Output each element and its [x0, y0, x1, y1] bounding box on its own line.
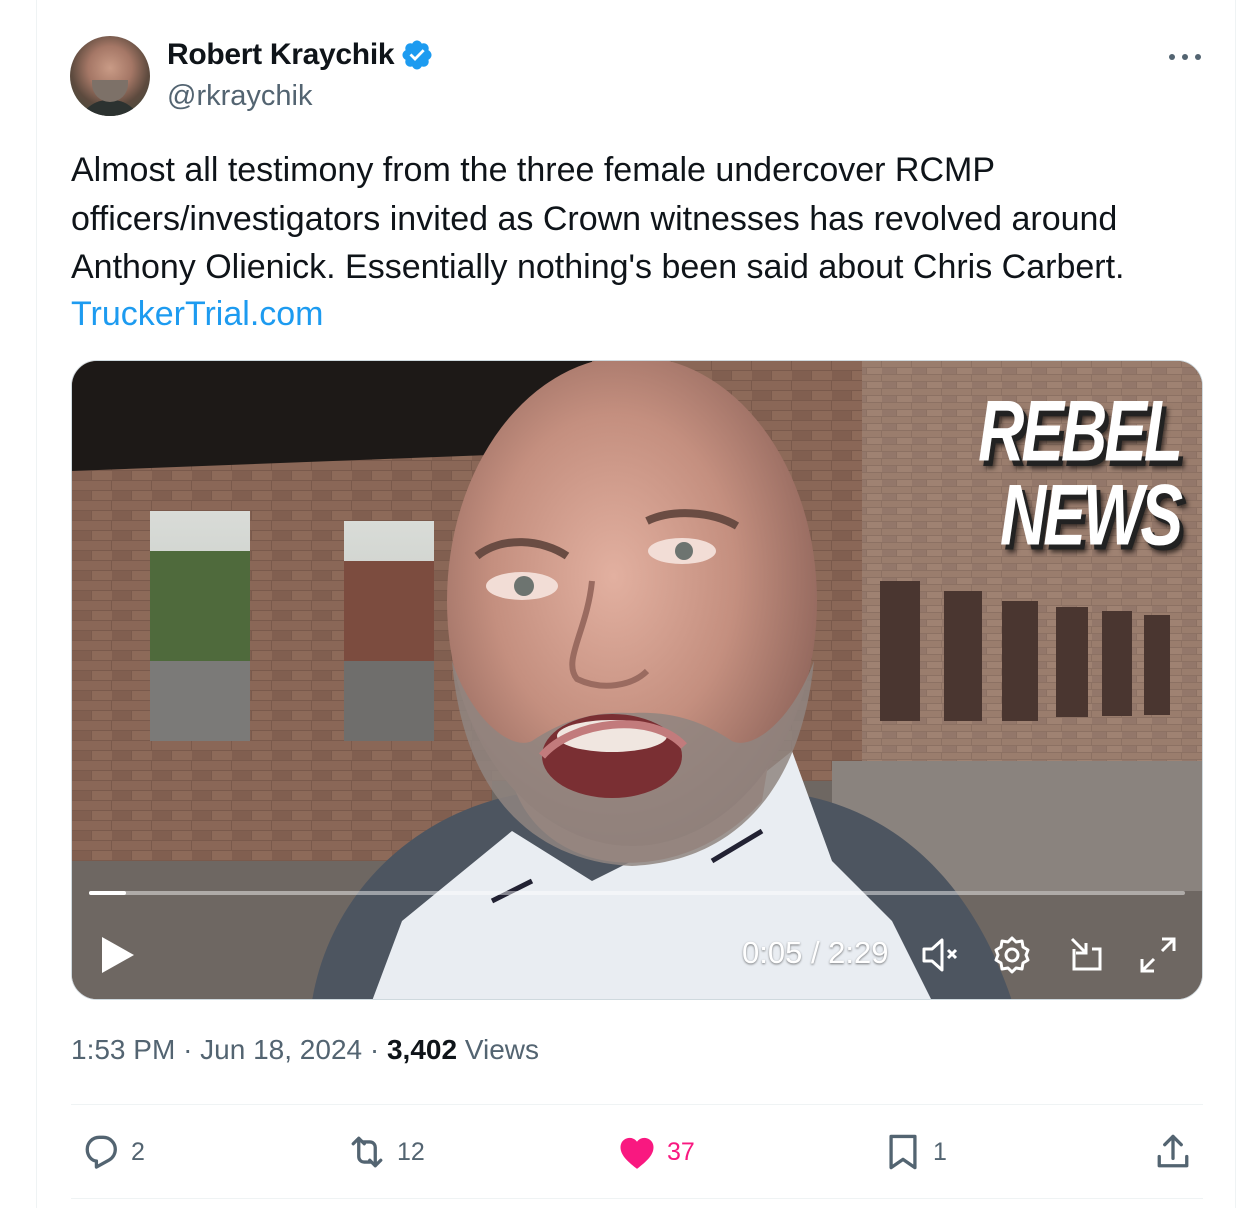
play-icon[interactable]	[100, 935, 136, 975]
bookmark-icon	[889, 1134, 917, 1170]
reply-button[interactable]: 2	[79, 1130, 145, 1174]
rebel-news-logo: REBEL NEWS	[978, 382, 1183, 564]
author-display-name[interactable]: Robert Kraychik	[167, 38, 395, 72]
verified-badge-icon	[402, 40, 432, 70]
bookmark-count: 1	[933, 1137, 947, 1166]
repost-icon	[351, 1136, 383, 1168]
share-button[interactable]	[1151, 1130, 1203, 1174]
tweet-link[interactable]: TruckerTrial.com	[71, 290, 324, 338]
video-time: 0:05 / 2:29	[742, 935, 889, 970]
tweet-text: Almost all testimony from the three fema…	[71, 151, 1125, 286]
more-options-icon[interactable]	[1165, 42, 1205, 72]
tweet-card: Robert Kraychik @rkraychik Almost all te…	[36, 0, 1236, 1208]
bookmark-button[interactable]: 1	[881, 1130, 947, 1174]
dock-icon[interactable]	[1066, 935, 1106, 975]
tweet-date[interactable]: Jun 18, 2024	[200, 1034, 362, 1065]
heart-icon	[620, 1137, 654, 1169]
views-count: 3,402	[386, 1034, 458, 1065]
repost-button[interactable]: 12	[345, 1130, 425, 1174]
tweet-time[interactable]: 1:53 PM	[71, 1034, 175, 1065]
divider	[71, 1104, 1203, 1105]
divider	[71, 1198, 1203, 1199]
like-count: 37	[667, 1137, 695, 1166]
like-button[interactable]: 37	[615, 1130, 695, 1174]
author-name-row: Robert Kraychik	[167, 38, 434, 72]
tweet-timestamp-row: 1:53 PM · Jun 18, 2024 · 3,402 Views	[71, 1034, 540, 1065]
author-handle[interactable]: @rkraychik	[167, 80, 312, 113]
share-icon	[1157, 1134, 1189, 1168]
author-avatar[interactable]	[70, 36, 150, 116]
reply-icon	[85, 1135, 117, 1169]
mute-icon[interactable]	[920, 935, 960, 975]
reply-count: 2	[131, 1137, 145, 1166]
fullscreen-icon[interactable]	[1138, 935, 1178, 975]
video-progress-fill	[89, 891, 127, 895]
repost-count: 12	[397, 1137, 425, 1166]
views-label: Views	[464, 1034, 540, 1065]
settings-icon[interactable]	[992, 935, 1032, 975]
video-progress-bar[interactable]	[89, 891, 1185, 895]
video-player[interactable]: REBEL NEWS 0:05 / 2:29	[71, 360, 1203, 1000]
